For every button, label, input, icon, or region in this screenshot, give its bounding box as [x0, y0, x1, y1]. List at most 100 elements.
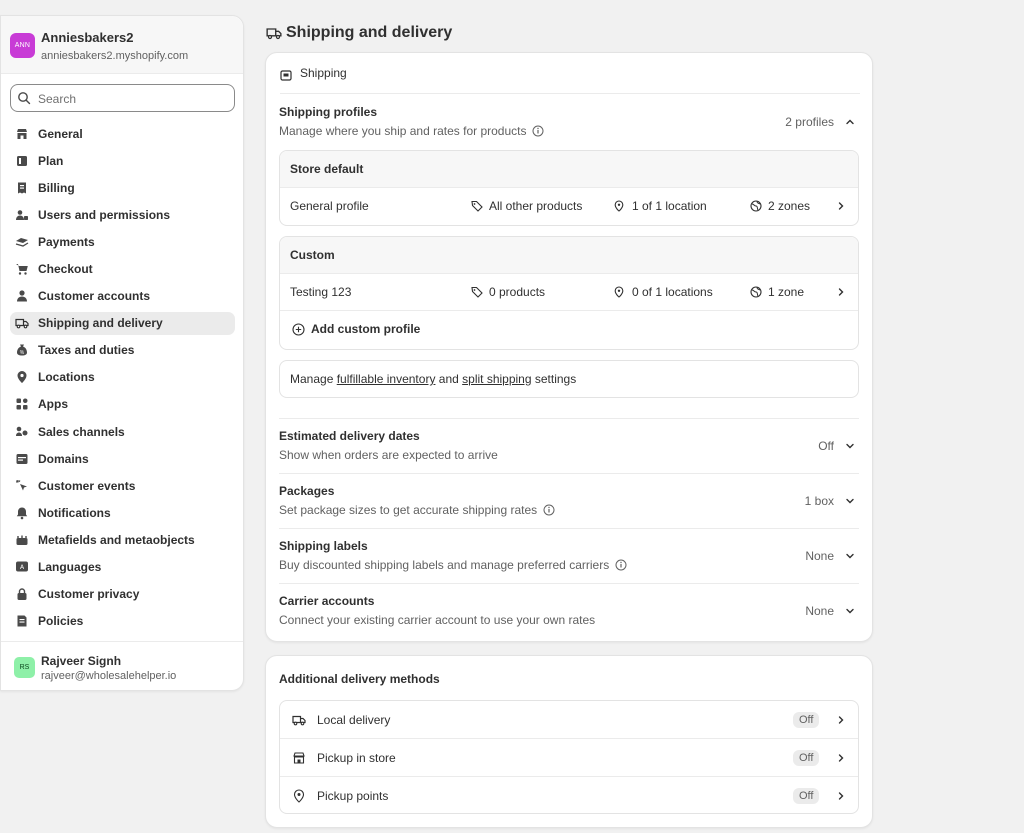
sidebar-item-label: Notifications: [38, 505, 111, 520]
chevron-down-icon: [846, 498, 854, 504]
row-value: 1 box: [804, 494, 834, 508]
languages-icon: A: [16, 561, 28, 572]
local-delivery-row[interactable]: Local delivery Off: [280, 701, 858, 739]
carrier-accounts-row[interactable]: Carrier accounts Connect your existing c…: [279, 594, 859, 630]
sidebar-item-customer-accounts[interactable]: Customer accounts: [10, 285, 235, 308]
sidebar-item-label: Billing: [38, 180, 75, 195]
sidebar-item-notifications[interactable]: Notifications: [10, 501, 235, 524]
sidebar-item-metafields[interactable]: Metafields and metaobjects: [10, 528, 235, 551]
profile-products: 0 products: [489, 285, 546, 299]
sidebar-item-customer-privacy[interactable]: Customer privacy: [10, 583, 235, 606]
method-label: Pickup in store: [317, 751, 396, 765]
store-icon: [293, 752, 305, 764]
add-custom-profile-button[interactable]: Add custom profile: [280, 311, 858, 348]
sidebar-item-sales-channels[interactable]: Sales channels: [10, 420, 235, 443]
sidebar-item-label: Plan: [38, 153, 64, 168]
manage-text: settings: [534, 372, 577, 386]
row-value: Off: [818, 439, 834, 453]
testing-profile-row[interactable]: Testing 123 0 products 0 of 1 locations …: [280, 274, 858, 311]
sidebar-item-billing[interactable]: Billing: [10, 176, 235, 199]
profiles-count: 2 profiles: [785, 115, 834, 129]
row-title: Estimated delivery dates: [279, 429, 420, 443]
sidebar-item-languages[interactable]: A Languages: [10, 556, 235, 579]
additional-delivery-card: Additional delivery methods Local delive…: [265, 655, 873, 828]
policies-icon: [17, 615, 27, 627]
status-badge: Off: [793, 788, 820, 804]
delivery-methods-list: Local delivery Off Pickup in store Off P…: [279, 700, 859, 814]
sidebar-item-domains[interactable]: Domains: [10, 447, 235, 470]
row-title: Shipping labels: [279, 539, 368, 553]
shipping-section-label: Shipping: [300, 66, 347, 80]
sidebar-item-label: Domains: [38, 451, 89, 466]
profile-zones: 2 zones: [768, 199, 811, 213]
location-pin-icon: [614, 200, 624, 212]
svg-text:%: %: [20, 350, 25, 356]
sidebar-item-label: Policies: [38, 614, 84, 629]
cursor-icon: [16, 479, 27, 491]
tax-icon: %: [17, 344, 27, 356]
sidebar-item-shipping[interactable]: Shipping and delivery: [10, 311, 235, 335]
manage-inventory-box: Manage fulfillable inventory and split s…: [279, 360, 859, 398]
avatar: RS: [14, 657, 35, 678]
tag-icon: [471, 200, 483, 212]
shipping-labels-row[interactable]: Shipping labels Buy discounted shipping …: [279, 539, 859, 575]
shipping-profiles-toggle[interactable]: Shipping profiles Manage where you ship …: [279, 105, 859, 141]
billing-icon: [18, 182, 26, 194]
chevron-right-icon: [838, 716, 844, 724]
sidebar-item-customer-events[interactable]: Customer events: [10, 474, 235, 497]
page-title: Shipping and delivery: [266, 24, 452, 42]
chevron-right-icon: [838, 754, 844, 762]
divider: [279, 583, 859, 584]
sidebar-item-taxes[interactable]: % Taxes and duties: [10, 339, 235, 362]
sidebar-item-users[interactable]: Users and permissions: [10, 203, 235, 226]
location-icon: [17, 371, 27, 384]
location-icon: [293, 789, 305, 803]
row-title: Packages: [279, 484, 335, 498]
tag-icon: [471, 286, 483, 298]
packages-row[interactable]: Packages Set package sizes to get accura…: [279, 484, 859, 520]
row-desc: Connect your existing carrier account to…: [279, 613, 596, 627]
sidebar-item-plan[interactable]: Plan: [10, 149, 235, 172]
row-desc: Buy discounted shipping labels and manag…: [279, 558, 610, 572]
plus-circle-icon: [292, 323, 305, 336]
sidebar-item-label: Taxes and duties: [38, 343, 135, 358]
sidebar-item-label: Customer accounts: [38, 289, 151, 304]
manage-text: Manage: [290, 372, 334, 386]
method-label: Local delivery: [317, 713, 391, 727]
sidebar-item-general[interactable]: General: [10, 122, 235, 145]
store-switcher[interactable]: ANN Anniesbakers2 anniesbakers2.myshopif…: [1, 16, 243, 74]
chevron-up-icon: [846, 119, 854, 125]
profile-locations: 1 of 1 location: [632, 199, 707, 213]
users-icon: [16, 209, 28, 220]
person-icon: [17, 290, 27, 302]
row-desc: Set package sizes to get accurate shippi…: [279, 503, 538, 517]
user-account[interactable]: RS Rajveer Signh rajveer@wholesalehelper…: [1, 641, 243, 691]
pickup-points-row[interactable]: Pickup points Off: [280, 777, 858, 813]
store-avatar: ANN: [10, 33, 35, 58]
sidebar-item-payments[interactable]: Payments: [10, 230, 235, 253]
shipping-profiles-title: Shipping profiles: [279, 105, 377, 119]
sidebar-item-label: Locations: [38, 370, 95, 385]
fulfillable-inventory-link[interactable]: fulfillable inventory: [337, 372, 436, 386]
package-icon: [280, 70, 292, 81]
split-shipping-link[interactable]: split shipping: [462, 372, 531, 386]
info-icon[interactable]: [532, 125, 544, 137]
info-icon[interactable]: [543, 504, 555, 516]
divider: [279, 473, 859, 474]
estimated-delivery-row[interactable]: Estimated delivery dates Show when order…: [279, 429, 859, 465]
user-name: Rajveer Signh: [41, 654, 122, 668]
sidebar-item-locations[interactable]: Locations: [10, 366, 235, 389]
info-icon[interactable]: [615, 559, 627, 571]
store-default-header: Store default: [280, 151, 858, 188]
pickup-in-store-row[interactable]: Pickup in store Off: [280, 739, 858, 777]
sidebar-item-checkout[interactable]: Checkout: [10, 257, 235, 280]
profile-name: General profile: [290, 199, 369, 213]
search-input[interactable]: Search: [10, 84, 235, 112]
cart-icon: [16, 263, 28, 275]
general-profile-row[interactable]: General profile All other products 1 of …: [280, 188, 858, 225]
custom-profiles-box: Custom Testing 123 0 products 0 of 1 loc…: [279, 236, 859, 350]
search-placeholder: Search: [38, 92, 77, 106]
shipping-profiles-desc-wrap: Manage where you ship and rates for prod…: [279, 124, 544, 138]
sidebar-item-policies[interactable]: Policies: [10, 610, 235, 633]
sidebar-item-apps[interactable]: Apps: [10, 393, 235, 416]
